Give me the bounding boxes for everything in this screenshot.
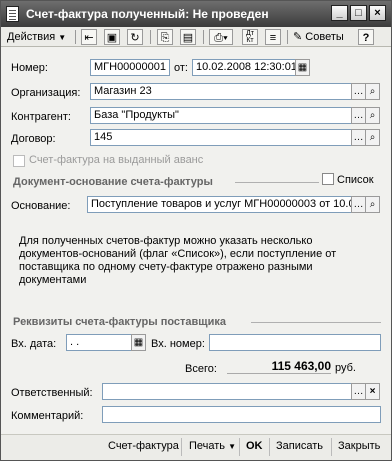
note-line: документов-оснований (флаг «Список»), ес… — [19, 248, 337, 260]
total-value: 115 463,00 — [227, 359, 331, 374]
copy-document-icon[interactable]: ⎘ — [157, 29, 173, 45]
in-date-field[interactable]: . . — [66, 334, 132, 351]
comment-field[interactable] — [102, 406, 381, 423]
invoice-button[interactable]: Счет-фактура — [108, 440, 179, 452]
print-label: Печать — [189, 440, 226, 452]
in-date-label: Вх. дата: — [11, 338, 57, 350]
note-line: Для полученных счетов-фактур можно указа… — [19, 235, 313, 247]
dropdown-arrow-icon: ▼ — [58, 33, 67, 42]
date-field[interactable]: 10.02.2008 12:30:01 — [192, 59, 296, 76]
contract-field[interactable]: 145 — [90, 129, 352, 146]
bottom-separator — [331, 438, 332, 456]
select-ellipsis-icon[interactable]: … — [351, 383, 366, 400]
clear-icon[interactable]: × — [365, 383, 380, 400]
counterparty-label: Контрагент: — [11, 111, 71, 123]
tips-button[interactable]: ✎ Советы — [293, 29, 344, 45]
section-divider — [235, 182, 319, 183]
minimize-button[interactable]: _ — [331, 5, 348, 21]
organization-label: Организация: — [11, 87, 81, 99]
tips-label: Советы — [305, 31, 344, 43]
responsible-field[interactable] — [102, 383, 352, 400]
date-label: от: — [174, 62, 188, 74]
go-back-icon[interactable]: ⇤ — [81, 29, 97, 45]
advance-label: Счет-фактура на выданный аванс — [29, 154, 204, 166]
title-bar: Счет-фактура полученный: Не проведен _ □… — [1, 1, 391, 27]
invoice-window: Счет-фактура полученный: Не проведен _ □… — [0, 0, 392, 461]
calendar-icon[interactable]: ▦ — [131, 334, 146, 351]
toolbar-separator — [150, 30, 151, 44]
open-magnifier-icon[interactable]: ⌕ — [365, 196, 380, 213]
basis-section-title: Документ-основание счета-фактуры — [13, 176, 213, 188]
select-ellipsis-icon[interactable]: … — [351, 129, 366, 146]
in-number-field[interactable] — [209, 334, 381, 351]
close-window-button[interactable]: × — [369, 5, 386, 21]
open-magnifier-icon[interactable]: ⌕ — [365, 83, 380, 100]
print-icon[interactable]: ▤ — [180, 29, 196, 45]
based-on-icon[interactable]: ⎙▾ — [209, 29, 233, 45]
dropdown-arrow-icon: ▼ — [228, 442, 237, 451]
open-magnifier-icon[interactable]: ⌕ — [365, 129, 380, 146]
contract-label: Договор: — [11, 133, 56, 145]
toolbar-separator — [75, 30, 76, 44]
actions-label: Действия — [7, 31, 56, 43]
document-icon — [6, 6, 19, 22]
post-document-icon[interactable]: ▣ — [104, 29, 120, 45]
ok-button[interactable]: OK — [246, 440, 263, 452]
bottom-separator — [239, 438, 240, 456]
in-number-label: Вх. номер: — [151, 338, 205, 350]
help-button[interactable]: ? — [358, 29, 374, 45]
select-ellipsis-icon[interactable]: … — [351, 196, 366, 213]
number-label: Номер: — [11, 62, 48, 74]
refresh-icon[interactable]: ↻ — [127, 29, 143, 45]
calendar-icon[interactable]: ▦ — [295, 59, 310, 76]
bottom-separator — [269, 438, 270, 456]
responsible-label: Ответственный: — [11, 387, 93, 399]
toolbar-separator — [203, 30, 204, 44]
basis-label: Основание: — [11, 200, 71, 212]
basis-field[interactable]: Поступление товаров и услуг МГН00000003 … — [87, 196, 352, 213]
list-checkbox[interactable] — [322, 173, 334, 185]
toolbar-separator — [287, 30, 288, 44]
toolbar: Действия ▼ ⇤ ▣ ↻ ⎘ ▤ ⎙▾ Дт Кт ≡ ✎ Советы … — [1, 27, 391, 47]
bottom-bar: Счет-фактура Печать ▼ OK Записать Закрыт… — [1, 434, 391, 460]
supplier-section-title: Реквизиты счета-фактуры поставщика — [13, 316, 226, 328]
organization-field[interactable]: Магазин 23 — [90, 83, 352, 100]
select-ellipsis-icon[interactable]: … — [351, 107, 366, 124]
counterparty-field[interactable]: База "Продукты" — [90, 107, 352, 124]
currency-label: руб. — [335, 362, 356, 374]
debit-credit-icon[interactable]: Дт Кт — [242, 29, 258, 45]
advance-checkbox[interactable] — [13, 155, 25, 167]
actions-menu[interactable]: Действия ▼ — [7, 29, 66, 45]
report-icon[interactable]: ≡ — [265, 29, 281, 45]
comment-label: Комментарий: — [11, 410, 84, 422]
maximize-button[interactable]: □ — [350, 5, 367, 21]
bottom-separator — [181, 438, 182, 456]
open-magnifier-icon[interactable]: ⌕ — [365, 107, 380, 124]
list-label: Список — [337, 174, 374, 186]
close-button[interactable]: Закрыть — [338, 440, 380, 452]
section-divider — [251, 322, 381, 323]
note-line: документами — [19, 274, 87, 286]
number-field[interactable]: МГН00000001 — [90, 59, 170, 76]
select-ellipsis-icon[interactable]: … — [351, 83, 366, 100]
total-label: Всего: — [185, 363, 217, 375]
note-line: поставщика по одному счету-фактуре отраж… — [19, 261, 313, 273]
basis-hint-note: Для полученных счетов-фактур можно указа… — [19, 235, 379, 287]
print-menu-button[interactable]: Печать ▼ — [189, 440, 236, 452]
window-title: Счет-фактура полученный: Не проведен — [26, 7, 269, 21]
save-button[interactable]: Записать — [276, 440, 323, 452]
tips-icon: ✎ — [293, 31, 303, 43]
